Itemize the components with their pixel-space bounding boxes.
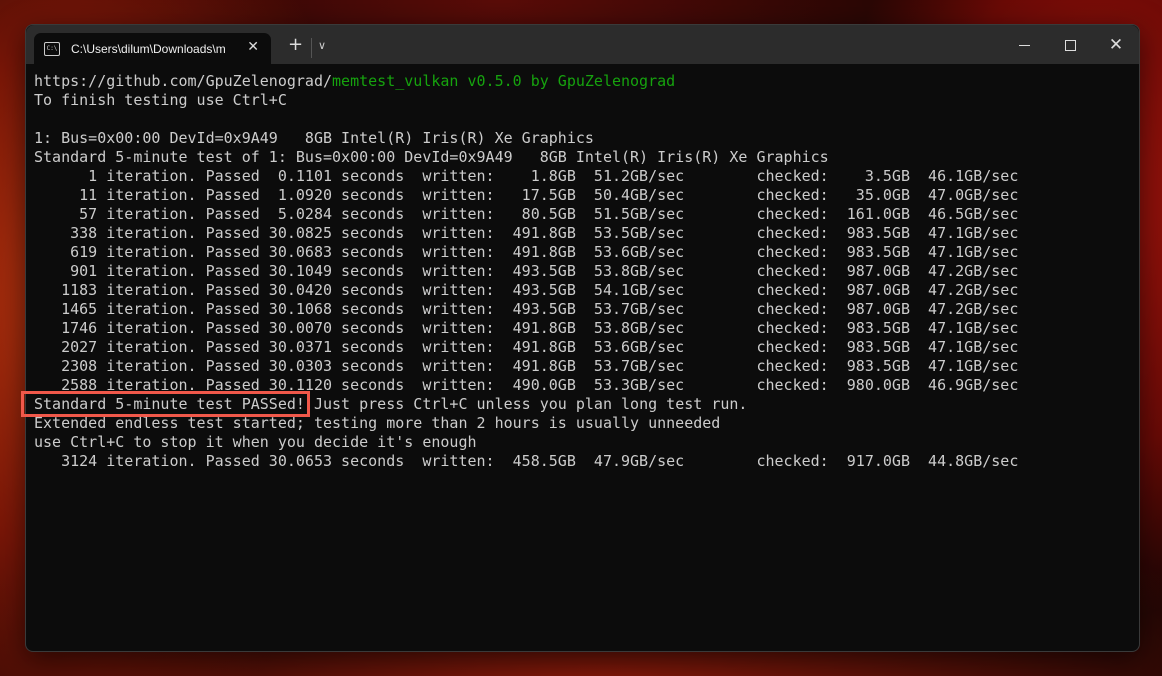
terminal-icon: C:\	[44, 41, 60, 56]
iteration-row: 338 iteration. Passed 30.0825 seconds wr…	[34, 224, 1019, 242]
iteration-row: 2308 iteration. Passed 30.0303 seconds w…	[34, 357, 1019, 375]
new-tab-button[interactable]: +	[288, 36, 303, 54]
iteration-row: 1183 iteration. Passed 30.0420 seconds w…	[34, 281, 1019, 299]
terminal-window: C:\ C:\Users\dilum\Downloads\m ✕ + ∨ ✕ h…	[25, 24, 1140, 652]
iteration-row: 57 iteration. Passed 5.0284 seconds writ…	[34, 205, 1019, 223]
iteration-row: 1465 iteration. Passed 30.1068 seconds w…	[34, 300, 1019, 318]
maximize-icon	[1064, 40, 1076, 51]
close-window-button[interactable]: ✕	[1096, 33, 1136, 57]
terminal-output[interactable]: https://github.com/GpuZelenograd/memtest…	[34, 72, 1018, 471]
iteration-row: 1746 iteration. Passed 30.0070 seconds w…	[34, 319, 1019, 337]
title-bar: C:\ C:\Users\dilum\Downloads\m ✕ + ∨ ✕	[26, 25, 1139, 64]
close-tab-icon[interactable]: ✕	[247, 39, 259, 55]
passed-line: Standard 5-minute test PASSed! Just pres…	[34, 395, 1018, 414]
minimize-icon	[1018, 45, 1030, 46]
maximize-button[interactable]	[1050, 33, 1090, 57]
iteration-row: 2027 iteration. Passed 30.0371 seconds w…	[34, 338, 1019, 356]
iteration-row: 11 iteration. Passed 1.0920 seconds writ…	[34, 186, 1019, 204]
iteration-row: 901 iteration. Passed 30.1049 seconds wr…	[34, 262, 1019, 280]
tab-terminal[interactable]: C:\ C:\Users\dilum\Downloads\m ✕	[34, 33, 271, 64]
tab-title: C:\Users\dilum\Downloads\m	[71, 41, 226, 56]
device-line: 1: Bus=0x00:00 DevId=0x9A49 8GB Intel(R)…	[34, 129, 594, 147]
header-url: https://github.com/GpuZelenograd/	[34, 72, 333, 90]
extended-iteration-row: 3124 iteration. Passed 30.0653 seconds w…	[34, 452, 1019, 470]
iteration-row: 1 iteration. Passed 0.1101 seconds writt…	[34, 167, 1019, 185]
iteration-row: 619 iteration. Passed 30.0683 seconds wr…	[34, 243, 1019, 261]
iteration-list: 1 iteration. Passed 0.1101 seconds writt…	[34, 167, 1018, 395]
divider	[311, 38, 312, 58]
passed-highlight: Standard 5-minute test PASSed!	[34, 395, 305, 413]
standard-test-line: Standard 5-minute test of 1: Bus=0x00:00…	[34, 148, 829, 166]
passed-rest: Just press Ctrl+C unless you plan long t…	[304, 395, 748, 413]
chevron-down-icon[interactable]: ∨	[318, 39, 326, 52]
finish-hint: To finish testing use Ctrl+C	[34, 91, 287, 109]
minimize-button[interactable]	[1004, 33, 1044, 57]
header-app: memtest_vulkan v0.5.0 by GpuZelenograd	[332, 72, 676, 90]
stop-hint: use Ctrl+C to stop it when you decide it…	[34, 433, 477, 451]
header-line: https://github.com/GpuZelenograd/memtest…	[34, 72, 1018, 91]
